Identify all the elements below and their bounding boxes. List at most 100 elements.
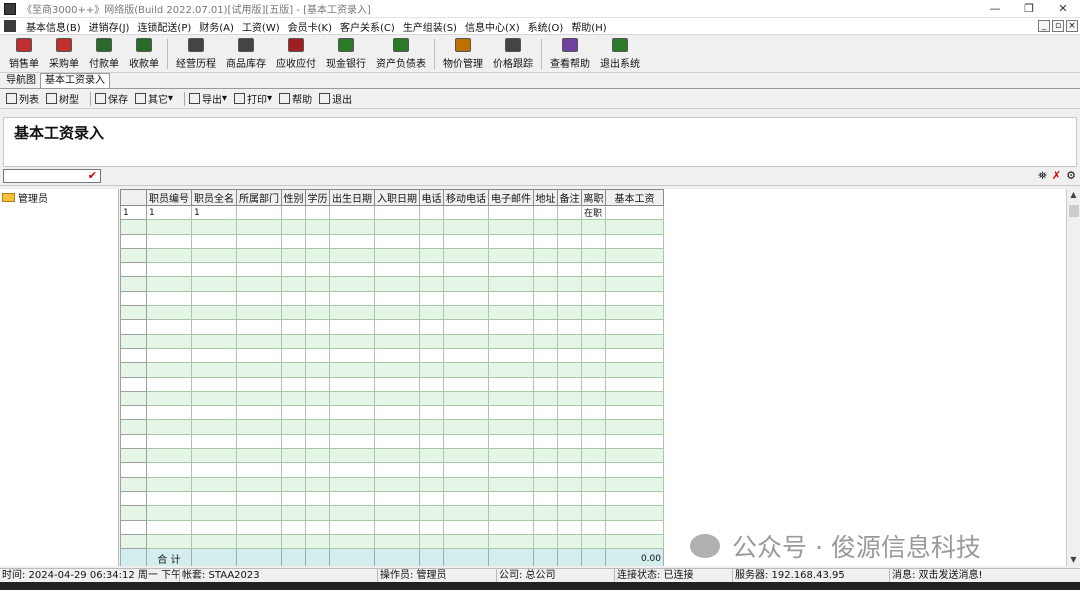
table-cell[interactable] [557, 505, 582, 521]
row-header[interactable] [120, 419, 147, 435]
toolbar-receivable[interactable]: 应收应付 [271, 36, 321, 70]
table-cell[interactable] [605, 390, 664, 407]
menu-basic-info[interactable]: 基本信息(B) [22, 19, 85, 34]
table-cell[interactable] [488, 519, 534, 535]
table-cell[interactable] [533, 476, 558, 492]
check-icon[interactable]: ✔ [88, 170, 97, 182]
table-cell[interactable] [146, 533, 192, 550]
table-cell[interactable] [329, 233, 375, 249]
table-cell[interactable] [581, 433, 606, 450]
menu-payroll[interactable]: 工资(W) [238, 19, 284, 34]
table-cell[interactable] [191, 533, 237, 550]
table-cell[interactable] [374, 233, 420, 249]
column-header[interactable]: 出生日期 [329, 189, 375, 206]
table-row[interactable] [120, 533, 664, 550]
table-cell[interactable] [488, 433, 534, 450]
row-header[interactable] [120, 376, 147, 392]
table-cell[interactable] [533, 448, 558, 464]
table-cell[interactable] [488, 347, 534, 364]
table-cell[interactable] [488, 276, 534, 292]
table-cell[interactable] [281, 305, 306, 321]
table-cell[interactable] [305, 376, 330, 392]
table-cell[interactable] [191, 290, 237, 307]
table-cell[interactable] [146, 305, 192, 321]
toolbar-cash-bank[interactable]: 现金银行 [321, 36, 371, 70]
table-cell[interactable] [281, 247, 306, 264]
mdi-restore-button[interactable]: ▫ [1052, 20, 1064, 32]
table-cell[interactable] [488, 390, 534, 407]
table-cell[interactable]: 1 [191, 204, 237, 221]
table-cell[interactable] [419, 519, 444, 535]
table-cell[interactable] [191, 390, 237, 407]
table-cell[interactable] [605, 347, 664, 364]
table-cell[interactable] [281, 505, 306, 521]
table-cell[interactable] [557, 462, 582, 478]
table-cell[interactable] [443, 519, 489, 535]
table-cell[interactable] [605, 219, 664, 235]
table-row[interactable] [120, 247, 664, 264]
table-cell[interactable] [146, 462, 192, 478]
table-cell[interactable] [443, 290, 489, 307]
table-cell[interactable] [191, 362, 237, 378]
table-cell[interactable] [374, 362, 420, 378]
table-cell[interactable] [329, 448, 375, 464]
table-row[interactable] [120, 462, 664, 478]
table-cell[interactable] [329, 305, 375, 321]
table-cell[interactable] [605, 405, 664, 421]
table-cell[interactable] [236, 448, 282, 464]
table-cell[interactable] [146, 319, 192, 335]
table-cell[interactable] [146, 376, 192, 392]
table-cell[interactable] [305, 405, 330, 421]
row-header[interactable]: 1 [120, 204, 147, 221]
table-cell[interactable] [533, 362, 558, 378]
toolbar-balance-sheet[interactable]: 资产负债表 [371, 36, 431, 70]
close-button[interactable]: ✕ [1046, 0, 1080, 18]
table-cell[interactable] [557, 390, 582, 407]
row-header[interactable] [120, 333, 147, 349]
table-cell[interactable] [305, 204, 330, 221]
table-cell[interactable] [146, 519, 192, 535]
menu-production[interactable]: 生产组装(S) [399, 19, 461, 34]
table-cell[interactable] [557, 247, 582, 264]
table-cell[interactable] [605, 490, 664, 507]
table-cell[interactable] [419, 505, 444, 521]
toolbar-receipt[interactable]: 收款单 [124, 36, 164, 70]
table-cell[interactable] [533, 319, 558, 335]
table-cell[interactable] [581, 247, 606, 264]
table-cell[interactable] [329, 347, 375, 364]
table-cell[interactable] [281, 376, 306, 392]
scroll-up-icon[interactable]: ▲ [1067, 189, 1080, 201]
table-row[interactable] [120, 476, 664, 492]
table-cell[interactable] [533, 533, 558, 550]
tab-navigation[interactable]: 导航图 [2, 74, 40, 88]
table-cell[interactable] [146, 290, 192, 307]
toolbar-purchase-order[interactable]: 采购单 [44, 36, 84, 70]
table-cell[interactable] [488, 204, 534, 221]
table-cell[interactable] [443, 347, 489, 364]
table-cell[interactable] [236, 476, 282, 492]
table-cell[interactable] [581, 319, 606, 335]
table-cell[interactable] [329, 533, 375, 550]
help-button[interactable]: 帮助 [279, 91, 312, 106]
table-cell[interactable] [533, 405, 558, 421]
table-cell[interactable] [557, 347, 582, 364]
table-row[interactable] [120, 333, 664, 349]
table-cell[interactable] [374, 204, 420, 221]
table-cell[interactable] [305, 448, 330, 464]
table-cell[interactable] [419, 262, 444, 278]
table-cell[interactable] [281, 276, 306, 292]
table-row[interactable]: 1 1 1 在职 [120, 204, 664, 221]
table-cell[interactable] [488, 533, 534, 550]
table-cell[interactable] [605, 362, 664, 378]
table-cell[interactable] [329, 333, 375, 349]
table-cell[interactable] [557, 519, 582, 535]
table-row[interactable] [120, 319, 664, 335]
table-row[interactable] [120, 376, 664, 392]
row-header[interactable] [120, 433, 147, 450]
table-cell[interactable] [329, 247, 375, 264]
table-cell[interactable] [191, 519, 237, 535]
table-cell[interactable] [305, 519, 330, 535]
table-cell[interactable] [146, 262, 192, 278]
table-cell[interactable] [374, 247, 420, 264]
table-cell[interactable] [581, 233, 606, 249]
